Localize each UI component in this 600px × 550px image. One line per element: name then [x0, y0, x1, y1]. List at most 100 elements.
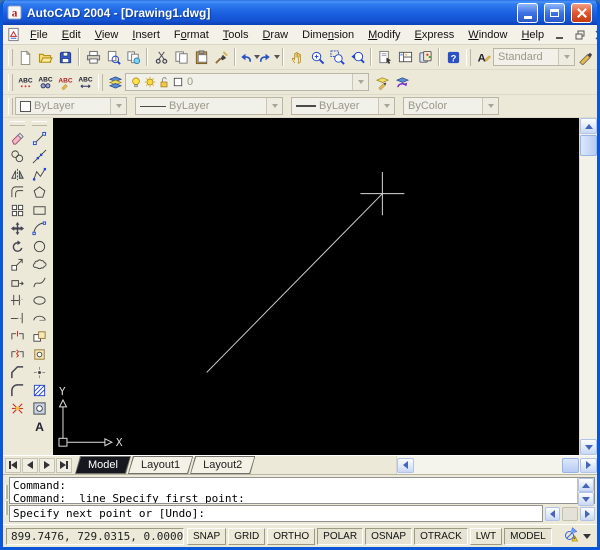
construction-line-button[interactable] — [30, 147, 49, 165]
rectangle-button[interactable] — [30, 201, 49, 219]
vertical-scroll-track[interactable] — [580, 157, 597, 439]
toolbar-grip[interactable] — [9, 121, 25, 126]
toggle-otrack[interactable]: OTRACK — [414, 527, 468, 545]
vertical-scrollbar[interactable] — [579, 118, 597, 455]
maximize-button[interactable] — [544, 2, 565, 23]
break-at-point-button[interactable] — [8, 327, 27, 345]
designcenter-button[interactable] — [395, 47, 415, 67]
menu-tools[interactable]: Tools — [216, 27, 256, 43]
tab-layout2[interactable]: Layout2 — [190, 456, 255, 474]
menu-express[interactable]: Express — [408, 27, 462, 43]
horizontal-scrollbar[interactable] — [396, 456, 597, 474]
drawn-line[interactable] — [206, 193, 383, 373]
tab-previous-button[interactable] — [22, 457, 38, 473]
toggle-lwt[interactable]: LWT — [469, 527, 503, 545]
zoom-realtime-button[interactable] — [307, 47, 327, 67]
toggle-snap[interactable]: SNAP — [187, 527, 227, 545]
break-button[interactable] — [8, 345, 27, 363]
minimize-button[interactable] — [517, 2, 538, 23]
save-button[interactable] — [55, 47, 75, 67]
menu-view[interactable]: View — [88, 27, 126, 43]
combo-caret-button[interactable] — [110, 98, 126, 114]
color-combo[interactable]: ByLayer — [15, 97, 127, 115]
toggle-model[interactable]: MODEL — [504, 527, 552, 545]
menu-window[interactable]: Window — [461, 27, 514, 43]
scroll-down-button[interactable] — [580, 439, 597, 455]
toolbar-grip[interactable] — [8, 73, 13, 91]
text-style-combo[interactable]: Standard — [493, 48, 575, 66]
menu-insert[interactable]: Insert — [125, 27, 167, 43]
scale-button[interactable] — [8, 255, 27, 273]
menu-edit[interactable]: Edit — [55, 27, 88, 43]
help-button[interactable]: ? — [443, 47, 463, 67]
properties-button[interactable] — [375, 47, 395, 67]
text-scale-button[interactable]: ABC — [75, 72, 95, 92]
toolbar-grip[interactable] — [8, 97, 13, 115]
menu-dimension[interactable]: Dimension — [295, 27, 361, 43]
circle-button[interactable] — [30, 237, 49, 255]
scroll-left-button[interactable] — [397, 457, 414, 473]
command-scroll-down-button[interactable] — [578, 492, 594, 506]
mdi-close-button[interactable] — [591, 27, 597, 42]
tab-layout1[interactable]: Layout1 — [128, 456, 193, 474]
extend-button[interactable] — [8, 309, 27, 327]
rotate-button[interactable] — [8, 237, 27, 255]
toggle-grid[interactable]: GRID — [228, 527, 266, 545]
menu-format[interactable]: Format — [167, 27, 216, 43]
paste-button[interactable] — [191, 47, 211, 67]
autocad-app-icon[interactable]: a — [7, 4, 23, 21]
horizontal-scroll-track[interactable] — [414, 457, 561, 473]
layer-previous-button[interactable] — [392, 72, 412, 92]
ellipse-arc-button[interactable] — [30, 309, 49, 327]
explode-button[interactable] — [8, 399, 27, 417]
tab-model[interactable]: Model — [75, 456, 131, 474]
sketch-pen-button[interactable] — [575, 47, 595, 67]
tab-first-button[interactable] — [5, 457, 21, 473]
drawing-canvas[interactable]: X Y — [53, 118, 579, 455]
toolbar-grip[interactable] — [8, 48, 13, 66]
region-button[interactable] — [30, 399, 49, 417]
vertical-scroll-thumb[interactable] — [580, 135, 597, 156]
make-layer-current-button[interactable] — [372, 72, 392, 92]
combo-caret-button[interactable] — [482, 98, 498, 114]
edit-text-button[interactable]: ABC — [55, 72, 75, 92]
command-scroll-left-button[interactable] — [545, 506, 560, 521]
redo-button[interactable] — [259, 47, 280, 67]
copy-button[interactable] — [8, 147, 27, 165]
menu-draw[interactable]: Draw — [255, 27, 295, 43]
mdi-minimize-button[interactable] — [551, 27, 568, 42]
dropdown-arrow-icon[interactable] — [274, 55, 280, 59]
command-history[interactable]: Command: Command: _line Specify first poi… — [10, 478, 577, 503]
plotstyle-combo[interactable]: ByColor — [403, 97, 499, 115]
stretch-button[interactable] — [8, 273, 27, 291]
combo-caret-button[interactable] — [352, 74, 368, 90]
make-block-button[interactable] — [30, 345, 49, 363]
horizontal-scroll-thumb[interactable] — [562, 457, 579, 473]
plot-preview-button[interactable] — [103, 47, 123, 67]
move-button[interactable] — [8, 219, 27, 237]
menu-file[interactable]: File — [23, 27, 55, 43]
match-properties-button[interactable] — [211, 47, 231, 67]
array-button[interactable] — [8, 201, 27, 219]
offset-button[interactable] — [8, 183, 27, 201]
insert-block-button[interactable] — [30, 327, 49, 345]
polygon-button[interactable] — [30, 183, 49, 201]
command-scroll-up-button[interactable] — [578, 478, 594, 492]
toggle-ortho[interactable]: ORTHO — [267, 527, 316, 545]
toolbar-grip[interactable] — [98, 73, 103, 91]
erase-button[interactable] — [8, 129, 27, 147]
chamfer-button[interactable] — [8, 363, 27, 381]
combo-caret-button[interactable] — [558, 49, 574, 65]
status-menu-arrow-icon[interactable] — [583, 533, 591, 539]
spline-button[interactable] — [30, 273, 49, 291]
drawing-file-icon[interactable] — [6, 27, 21, 43]
fillet-button[interactable] — [8, 381, 27, 399]
linetype-combo[interactable]: ByLayer — [135, 97, 283, 115]
command-scroll-right-button[interactable] — [580, 506, 595, 521]
line-button[interactable] — [30, 129, 49, 147]
find-replace-button[interactable]: ABC — [35, 72, 55, 92]
command-scroll-thumb[interactable] — [562, 506, 578, 521]
publish-button[interactable] — [123, 47, 143, 67]
mdi-restore-button[interactable] — [571, 27, 588, 42]
zoom-window-button[interactable] — [327, 47, 347, 67]
